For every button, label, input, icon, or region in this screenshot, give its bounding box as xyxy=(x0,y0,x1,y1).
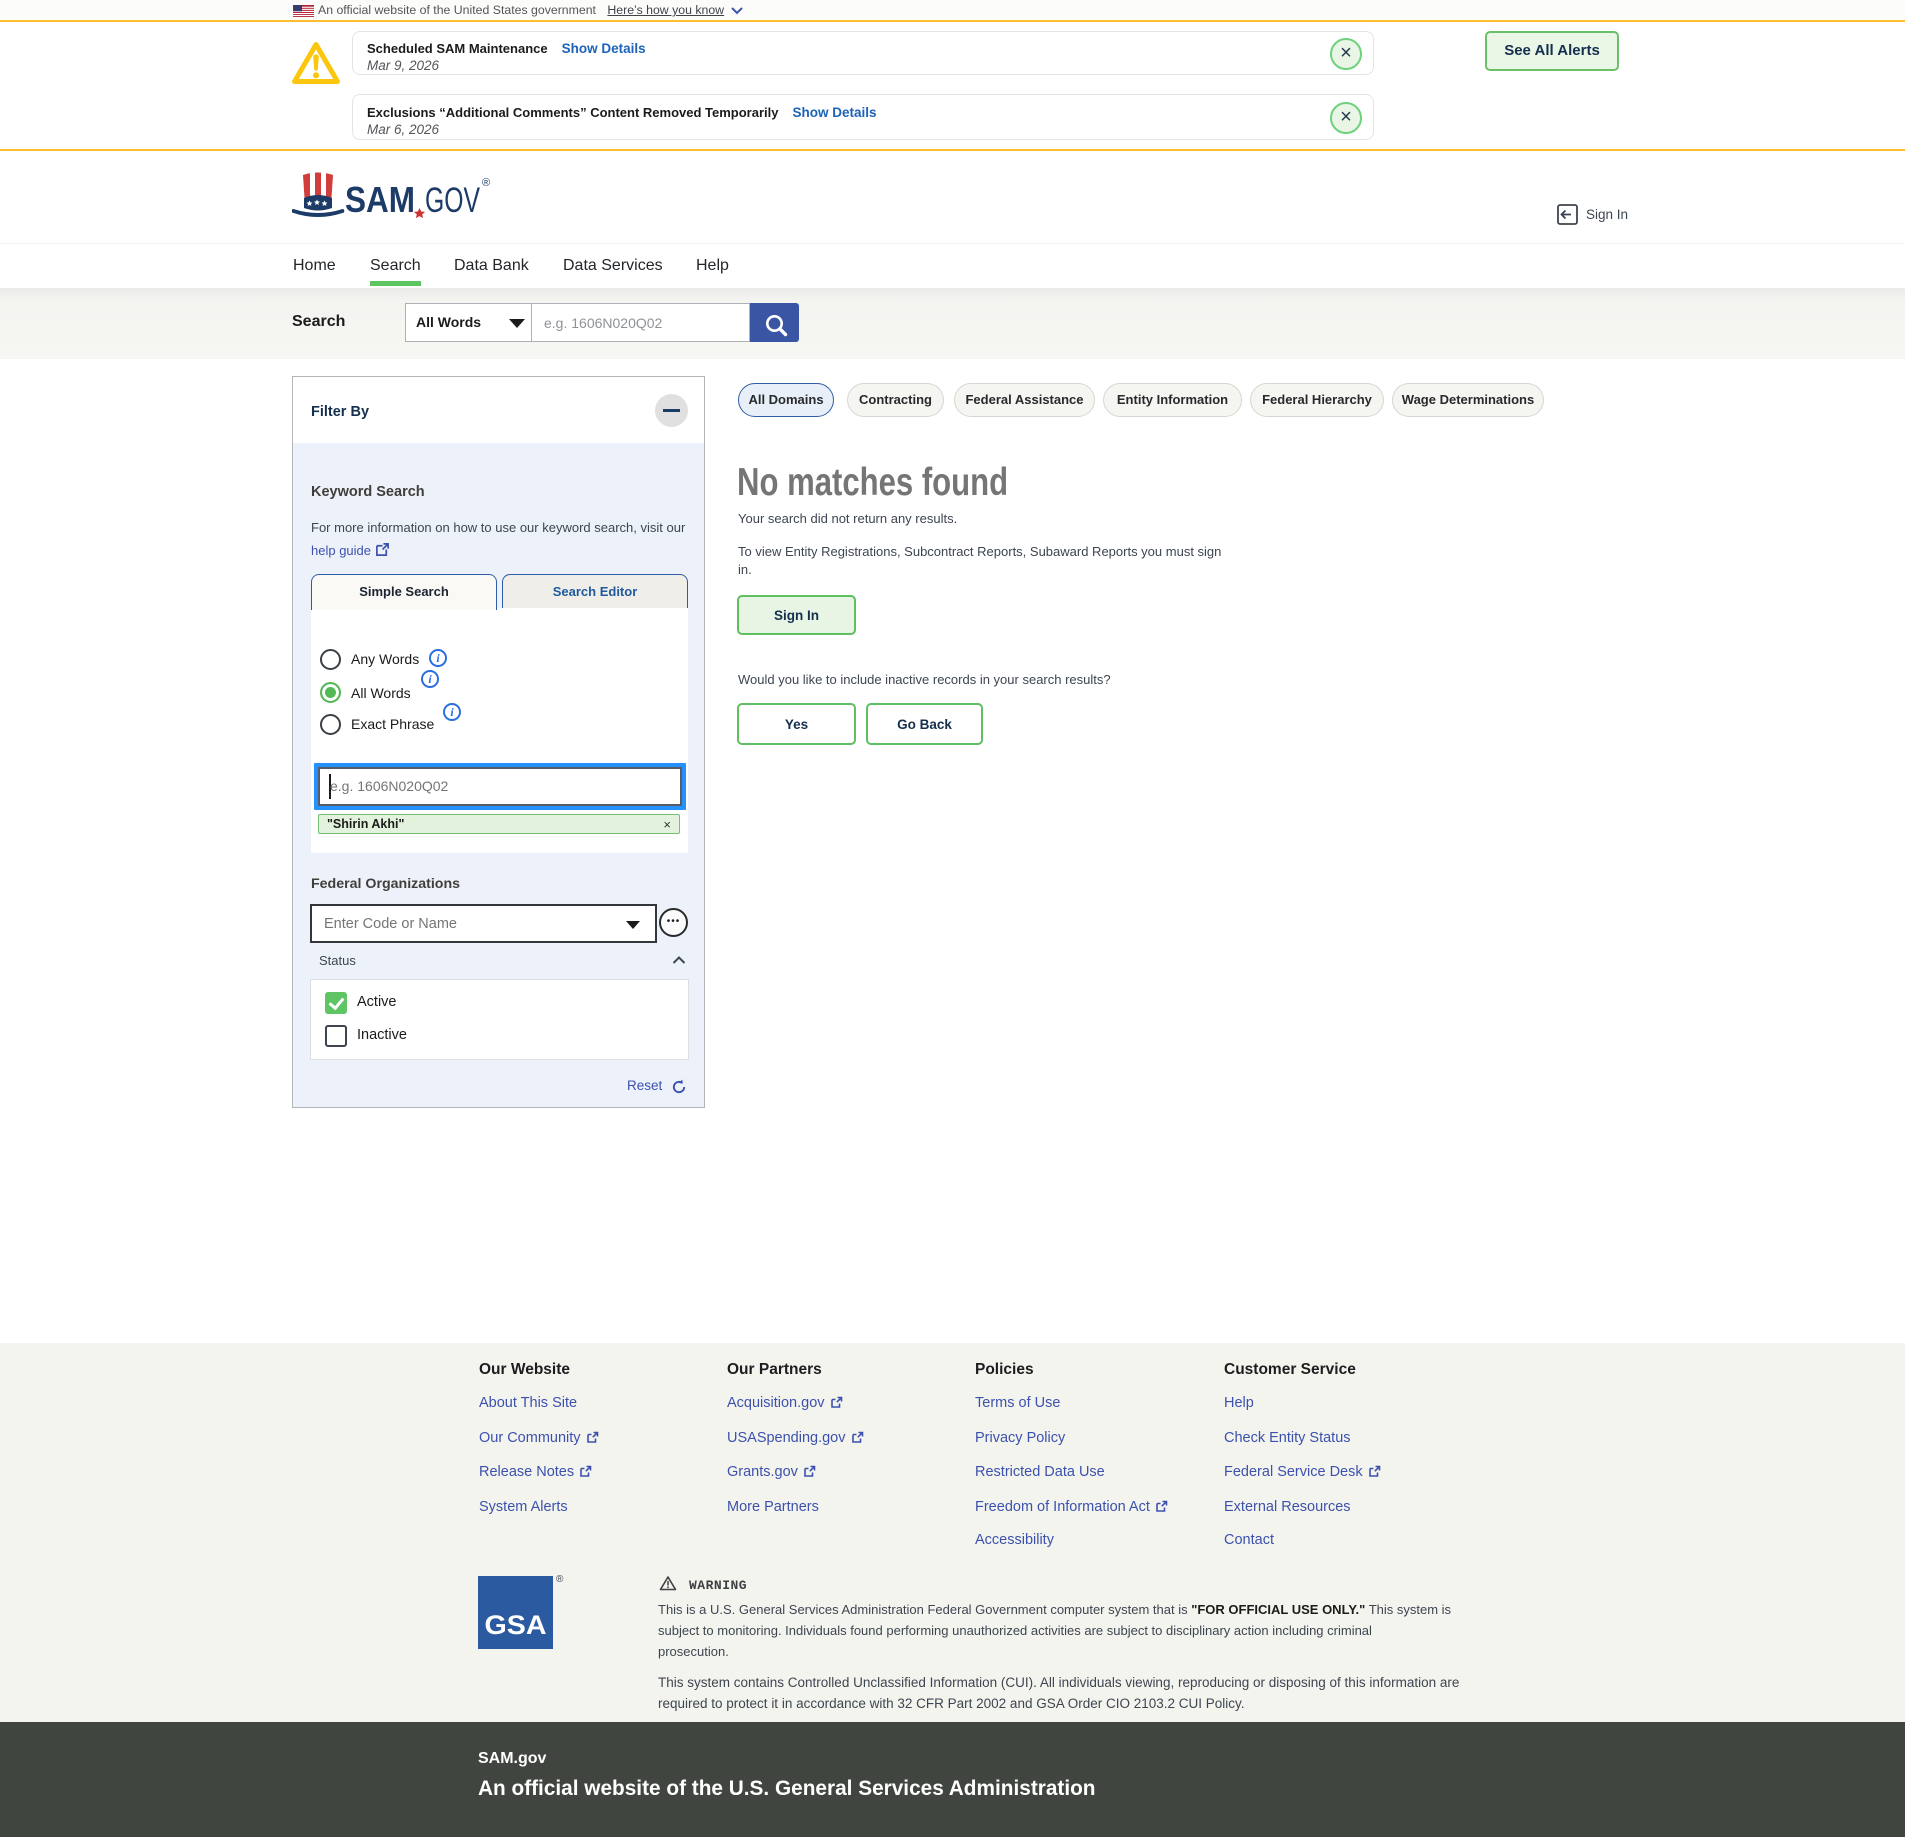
svg-text:SAM: SAM xyxy=(345,179,415,220)
svg-text:GOV: GOV xyxy=(425,181,480,220)
svg-text:®: ® xyxy=(482,177,490,189)
svg-text:GSA: GSA xyxy=(485,1610,547,1640)
